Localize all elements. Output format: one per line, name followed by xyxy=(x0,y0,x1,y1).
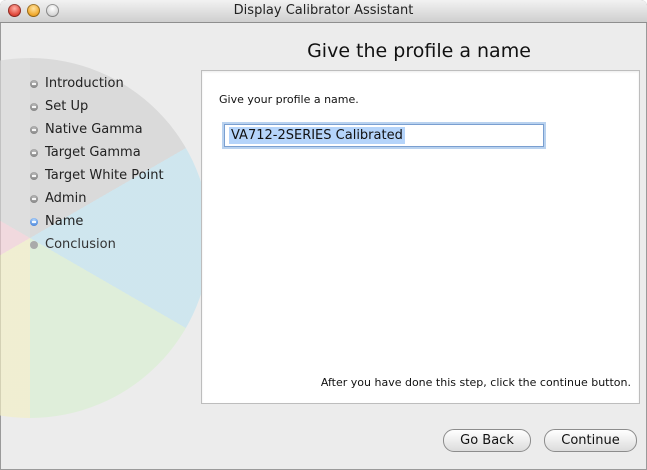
instructions-text: After you have done this step, click the… xyxy=(320,376,631,389)
step-set-up: Set Up xyxy=(30,95,195,118)
steps-sidebar: Introduction Set Up Native Gamma Target … xyxy=(30,72,195,256)
profile-name-value[interactable]: VA712-2SERIES Calibrated xyxy=(229,127,405,144)
title-bar[interactable]: Display Calibrator Assistant xyxy=(0,0,647,23)
step-label: Name xyxy=(45,214,84,229)
step-label: Native Gamma xyxy=(45,122,143,137)
continue-button[interactable]: Continue xyxy=(544,429,637,452)
step-label: Target Gamma xyxy=(45,145,141,160)
name-prompt: Give your profile a name. xyxy=(219,93,359,106)
step-conclusion: Conclusion xyxy=(30,233,195,256)
step-introduction: Introduction xyxy=(30,72,195,95)
step-label: Target White Point xyxy=(45,168,164,183)
profile-name-input[interactable]: VA712-2SERIES Calibrated xyxy=(224,124,544,147)
step-label: Conclusion xyxy=(45,237,116,252)
step-bullet-icon xyxy=(30,79,38,88)
step-target-white-point: Target White Point xyxy=(30,164,195,187)
step-bullet-icon xyxy=(30,102,38,111)
step-bullet-icon xyxy=(30,217,38,226)
assistant-window: Display Calibrator Assistant Give the pr… xyxy=(0,0,647,470)
step-bullet-icon xyxy=(30,194,38,203)
window-title: Display Calibrator Assistant xyxy=(233,3,414,18)
step-native-gamma: Native Gamma xyxy=(30,118,195,141)
step-bullet-icon xyxy=(30,148,38,157)
content-panel: Give your profile a name. VA712-2SERIES … xyxy=(201,70,640,404)
go-back-button[interactable]: Go Back xyxy=(443,429,531,452)
step-label: Admin xyxy=(45,191,87,206)
step-target-gamma: Target Gamma xyxy=(30,141,195,164)
step-label: Set Up xyxy=(45,99,89,114)
page-title: Give the profile a name xyxy=(307,40,531,62)
step-bullet-icon xyxy=(30,240,38,249)
step-label: Introduction xyxy=(45,76,124,91)
step-admin: Admin xyxy=(30,187,195,210)
step-bullet-icon xyxy=(30,125,38,134)
step-bullet-icon xyxy=(30,171,38,180)
step-name: Name xyxy=(30,210,195,233)
